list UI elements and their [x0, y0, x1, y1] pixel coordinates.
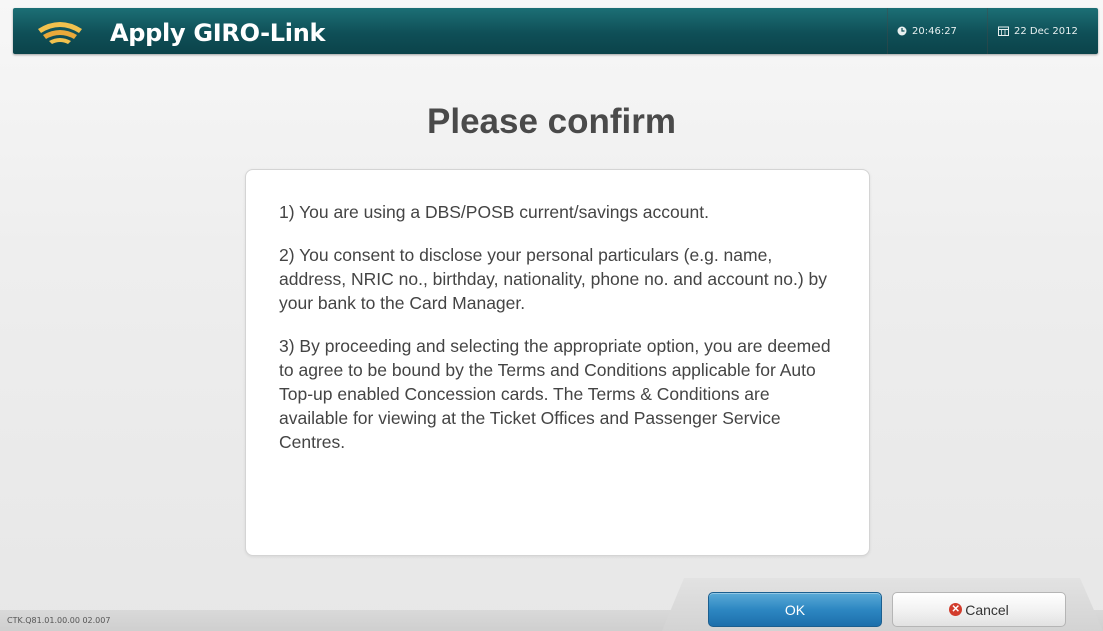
date-label: 22 Dec 2012 [1014, 25, 1078, 37]
title-bar: Apply GIRO-Link 20:46:27 22 Dec 2012 [13, 8, 1098, 54]
time-label: 20:46:27 [912, 25, 957, 37]
ok-button-label: OK [784, 601, 806, 618]
status-divider [987, 8, 988, 54]
calendar-icon [998, 26, 1009, 36]
clock-status: 20:46:27 [897, 8, 957, 54]
date-status: 22 Dec 2012 [998, 8, 1078, 54]
cancel-button-label: Cancel [965, 601, 1009, 618]
status-divider [887, 8, 888, 54]
page-title: Please confirm [427, 102, 676, 141]
version-label: CTK.Q81.01.00.00 02.007 [7, 616, 111, 625]
app-title: Apply GIRO-Link [110, 19, 326, 47]
transit-logo-icon [38, 22, 82, 44]
terms-panel: 1) You are using a DBS/POSB current/savi… [245, 169, 870, 556]
terms-item-1: 1) You are using a DBS/POSB current/savi… [279, 202, 709, 222]
cancel-button[interactable]: ✕ Cancel [892, 592, 1066, 627]
cancel-x-icon: ✕ [949, 603, 963, 616]
terms-item-2: 2) You consent to disclose your personal… [279, 245, 828, 313]
terms-item-3: 3) By proceeding and selecting the appro… [279, 336, 831, 452]
clock-icon [897, 26, 907, 36]
ok-button[interactable]: OK [708, 592, 882, 627]
